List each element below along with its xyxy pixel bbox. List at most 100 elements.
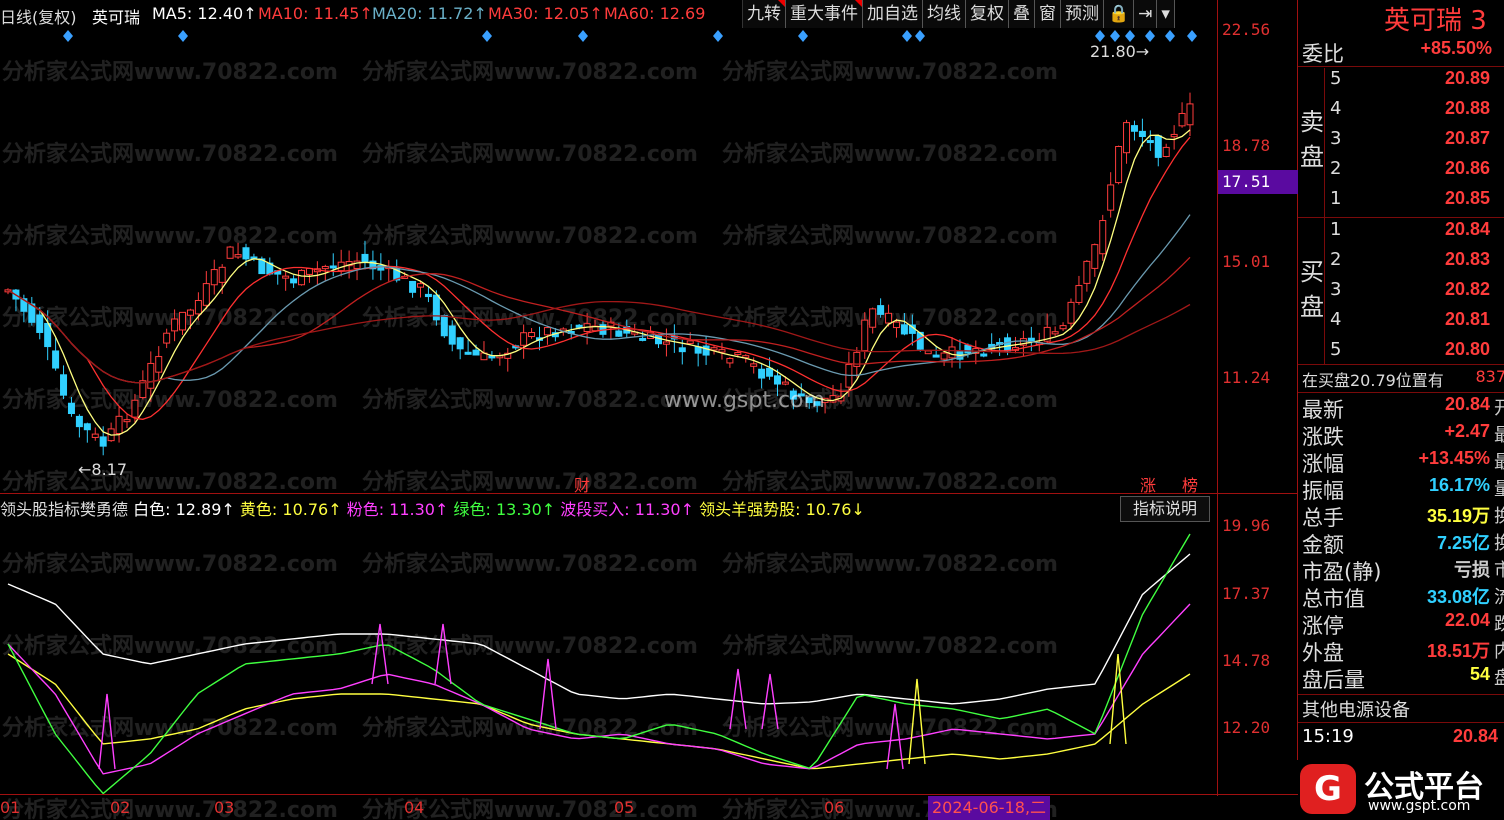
site-watermark: www.gspt.com xyxy=(664,388,825,413)
sector-name: 其他电源设备 xyxy=(1302,700,1410,721)
stat-value: +2.47 xyxy=(1444,421,1490,441)
indicator-tick: 12.20 xyxy=(1222,718,1271,737)
candle-body xyxy=(123,419,131,423)
stat-row: 外盘 18.51万内 xyxy=(1298,637,1504,665)
candle-body xyxy=(147,362,155,389)
buy-order-row[interactable]: 2 20.83 xyxy=(1298,249,1504,276)
candle-body xyxy=(171,318,179,332)
event-marker-icon xyxy=(178,30,188,42)
candle-body xyxy=(52,350,60,369)
candle-body xyxy=(163,332,171,344)
indicator-tick: 14.78 xyxy=(1222,651,1271,670)
stat-row: 涨跌 +2.47 最 xyxy=(1298,421,1504,449)
candle-body xyxy=(520,332,528,346)
stat-row: 总市值 33.08亿流 xyxy=(1298,583,1504,611)
stat-row: 金额 7.25亿换 xyxy=(1298,529,1504,557)
wave-buy-spike xyxy=(908,678,926,765)
candle-body xyxy=(734,352,742,356)
wave-buy-spike xyxy=(761,673,779,730)
indicator-tick: 19.96 xyxy=(1222,516,1271,535)
white-line-value: 白色: 12.89↑ xyxy=(133,500,235,519)
order-price: 20.88 xyxy=(1444,98,1490,118)
candle-body xyxy=(456,337,464,350)
candle-body xyxy=(282,275,290,279)
order-price: 20.80 xyxy=(1444,339,1490,359)
ma5-line xyxy=(7,129,1191,436)
candle-body xyxy=(83,423,91,431)
order-level: 4 xyxy=(1330,309,1342,330)
candle-body xyxy=(869,308,877,328)
candle-body xyxy=(877,305,885,315)
order-level: 5 xyxy=(1330,68,1342,89)
event-marker-icon xyxy=(1125,30,1135,42)
pink-line-value: 粉色: 11.30↑ xyxy=(346,500,449,519)
price-tick: 11.24 xyxy=(1222,368,1271,387)
event-marker-icon xyxy=(915,30,925,42)
sell-order-row[interactable]: 4 20.88 xyxy=(1298,98,1504,125)
buy-order-row[interactable]: 5 20.80 xyxy=(1298,339,1504,366)
candle-body xyxy=(464,351,472,355)
stat-extra-label: 盘 xyxy=(1494,668,1504,689)
candle-body xyxy=(290,278,298,284)
indicator-chart[interactable] xyxy=(0,494,1218,794)
candle-body xyxy=(980,353,988,357)
stat-label: 涨幅 xyxy=(1302,452,1344,476)
candle-body xyxy=(417,283,425,288)
limit-up-flag[interactable]: 涨 xyxy=(1140,472,1156,496)
stat-extra-label: 流 xyxy=(1494,587,1504,608)
stat-value: 35.19万 xyxy=(1426,506,1490,526)
order-notice[interactable]: 在买盘20.79位置有 837 xyxy=(1298,367,1504,394)
buy-order-row[interactable]: 4 20.81 xyxy=(1298,309,1504,336)
stat-extra-label: 最 xyxy=(1494,425,1504,446)
candlestick-chart[interactable] xyxy=(0,0,1218,494)
low-annotation: ←8.17 xyxy=(78,460,128,479)
candle-body xyxy=(131,399,139,418)
candle-body xyxy=(948,346,956,359)
order-level: 4 xyxy=(1330,98,1342,119)
tick-time: 15:19 xyxy=(1302,726,1354,747)
watermark-text: 分析家公式网www.70822.com xyxy=(2,798,338,820)
event-marker-icon xyxy=(1095,30,1105,42)
pink-line xyxy=(7,603,1191,775)
current-price-marker: 17.51 xyxy=(1218,170,1298,194)
candle-body xyxy=(639,337,647,341)
stat-label: 盘后量 xyxy=(1302,668,1365,692)
candle-body xyxy=(60,374,68,396)
wave-buy-spike xyxy=(729,668,747,730)
candle-body xyxy=(234,254,242,258)
candle-body xyxy=(964,344,972,354)
stat-extra-label: 最 xyxy=(1494,452,1504,473)
sell-order-row[interactable]: 2 20.86 xyxy=(1298,158,1504,185)
sell-order-row[interactable]: 5 20.89 xyxy=(1298,68,1504,95)
candle-body xyxy=(448,325,456,345)
indicator-name[interactable]: 领头股指标樊勇德 xyxy=(0,500,128,519)
finance-flag[interactable]: 财 xyxy=(574,472,590,496)
stat-label: 外盘 xyxy=(1302,641,1344,665)
candle-body xyxy=(99,436,107,447)
ma10-line xyxy=(7,136,1191,420)
event-marker-icon xyxy=(902,30,912,42)
candle-body xyxy=(91,433,99,438)
sell-order-row[interactable]: 1 20.85 xyxy=(1298,188,1504,215)
event-marker-icon xyxy=(1165,30,1175,42)
order-price: 20.82 xyxy=(1444,279,1490,299)
candle-body xyxy=(678,347,686,353)
candle-body xyxy=(900,324,908,335)
candle-body xyxy=(750,363,758,367)
webi-row: 委比 +85.50% xyxy=(1298,38,1504,66)
candle-body xyxy=(424,293,432,298)
candle-body xyxy=(543,327,551,336)
sector-row[interactable]: 其他电源设备 xyxy=(1298,696,1504,723)
ranking-flag[interactable]: 榜 xyxy=(1182,472,1198,496)
candle-body xyxy=(440,315,448,337)
white-line xyxy=(7,553,1191,705)
candle-body xyxy=(726,357,734,364)
candle-body xyxy=(409,280,417,293)
candle-body xyxy=(155,356,163,373)
candle-body xyxy=(1083,260,1091,284)
buy-order-row[interactable]: 1 20.84 xyxy=(1298,219,1504,246)
candle-body xyxy=(710,347,718,351)
buy-order-row[interactable]: 3 20.82 xyxy=(1298,279,1504,306)
sell-order-row[interactable]: 3 20.87 xyxy=(1298,128,1504,155)
indicator-desc-button[interactable]: 指标说明 xyxy=(1120,496,1210,522)
